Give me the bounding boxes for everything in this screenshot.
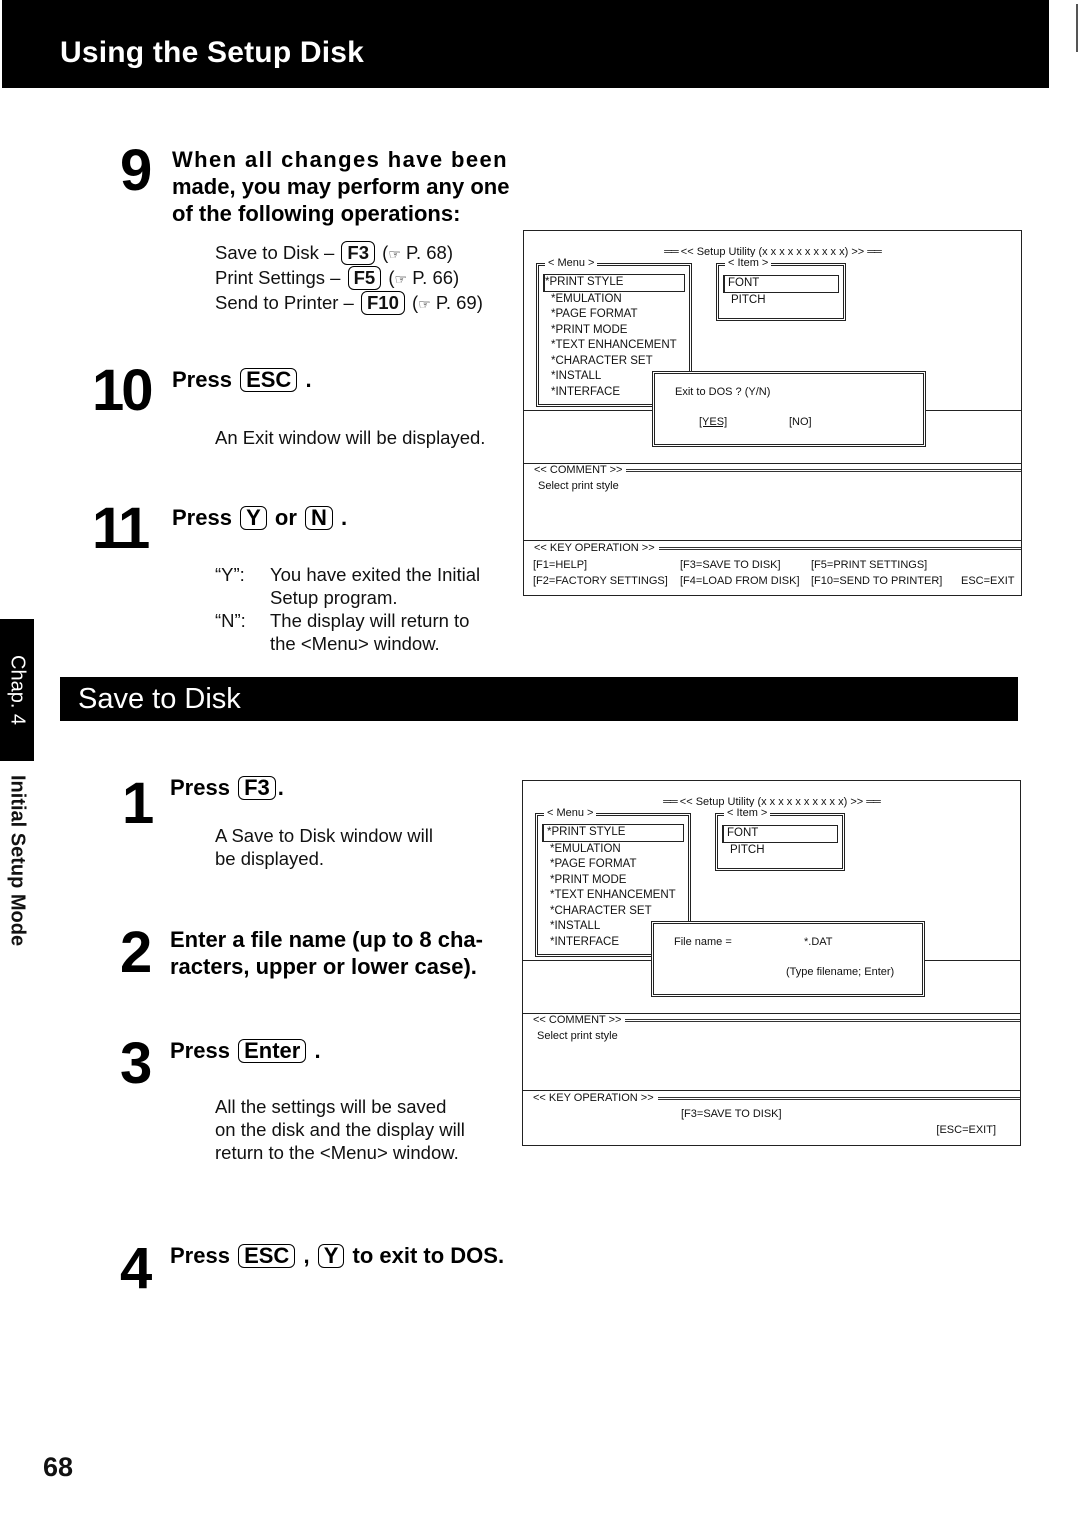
step-10-heading: Press ESC . — [172, 367, 312, 392]
menu-item[interactable]: *PRINT MODE — [543, 323, 689, 339]
item-selected[interactable]: FONT — [722, 825, 838, 843]
comment-header: << COMMENT >> — [533, 1014, 1020, 1026]
esc-key: ESC — [238, 1244, 296, 1268]
enter-key: Enter — [238, 1039, 307, 1063]
menu-item[interactable]: *TEXT ENHANCEMENT — [542, 888, 688, 904]
note-n: “N”: The display will return to the <Men… — [215, 610, 470, 654]
menu-item[interactable]: *PAGE FORMAT — [542, 857, 688, 873]
f3-key: F3 — [341, 241, 376, 265]
menu-item[interactable]: *EMULATION — [543, 292, 689, 308]
file-name-label: File name = — [674, 936, 732, 948]
step-1-description: A Save to Disk window will be displayed. — [215, 825, 433, 869]
f5-key: F5 — [347, 266, 382, 290]
pointing-hand-icon: ☞ — [388, 246, 401, 262]
key-operation-header: << KEY OPERATION >> — [534, 542, 1021, 554]
y-key: Y — [240, 506, 267, 530]
step-1-heading: Press F3. — [170, 775, 284, 800]
note-y: “Y”: You have exited the Initial Setup p… — [215, 564, 481, 608]
step-number: 10 — [92, 358, 153, 423]
y-key: Y — [317, 1244, 345, 1268]
step-11-notes: “Y”: You have exited the Initial Setup p… — [215, 563, 515, 655]
menu-item-selected[interactable]: *PRINT STYLE — [542, 824, 684, 842]
step-2-heading: Enter a file name (up to 8 cha- racters,… — [170, 927, 483, 979]
pointing-hand-icon: ☞ — [394, 271, 408, 287]
step-number: 4 — [120, 1236, 153, 1301]
operation-item: Send to Printer – F10 (☞ P. 69) — [215, 291, 483, 315]
comment-text: Select print style — [537, 1030, 618, 1042]
n-key: N — [305, 506, 333, 530]
screen-save-dialog: ══ << Setup Utility (x x x x x x x x x x… — [522, 780, 1021, 1146]
operation-item: Save to Disk – F3 (☞ P. 68) — [215, 241, 454, 265]
step-9-heading: When all changes have been made, you may… — [172, 147, 510, 226]
item[interactable]: PITCH — [722, 843, 842, 859]
step-number: 11 — [92, 496, 150, 561]
item-box: < Item > FONT PITCH — [716, 257, 846, 321]
key-operation-header: << KEY OPERATION >> — [533, 1092, 1020, 1104]
item-selected[interactable]: FONT — [723, 275, 839, 293]
step-number: 9 — [120, 138, 153, 203]
step-number: 2 — [120, 920, 153, 985]
step-4-heading: Press ESC , Y to exit to DOS. — [170, 1243, 505, 1268]
screen-title: ══ << Setup Utility (x x x x x x x x x x… — [664, 246, 882, 258]
operations-list: Save to Disk – F3 (☞ P. 68) Print Settin… — [215, 241, 525, 316]
page-title: Using the Setup Disk — [60, 36, 365, 69]
f10-key: F10 — [360, 291, 405, 315]
menu-item[interactable]: *TEXT ENHANCEMENT — [543, 338, 689, 354]
chapter-label: Chap. 4 — [6, 654, 29, 726]
chapter-mode-label: Initial Setup Mode — [6, 775, 29, 947]
screen-exit-dialog: ══ << Setup Utility (x x x x x x x x x x… — [523, 230, 1022, 596]
key-operation-list: [F1=HELP] [F3=SAVE TO DISK] [F5=PRINT SE… — [533, 557, 1015, 589]
menu-item[interactable]: *EMULATION — [542, 842, 688, 858]
key-row: [F1=HELP] [F3=SAVE TO DISK] [F5=PRINT SE… — [533, 559, 928, 571]
save-dialog: File name = *.DAT (Type filename; Enter) — [651, 921, 925, 997]
menu-item[interactable]: *CHARACTER SET — [543, 354, 689, 370]
exit-prompt: Exit to DOS ? (Y/N) — [675, 386, 771, 398]
file-name-hint: (Type filename; Enter) — [786, 966, 895, 978]
yes-button[interactable]: [YES] — [699, 416, 727, 428]
section-title: Save to Disk — [78, 683, 241, 715]
step-number: 3 — [120, 1031, 153, 1096]
key-save-to-disk: [F3=SAVE TO DISK] — [681, 1108, 782, 1120]
step-3-description: All the settings will be saved on the di… — [215, 1096, 465, 1163]
step-10-description: An Exit window will be displayed. — [215, 427, 486, 448]
comment-header: << COMMENT >> — [534, 464, 1021, 476]
operation-item: Print Settings – F5 (☞ P. 66) — [215, 266, 460, 290]
menu-item[interactable]: *PRINT MODE — [542, 873, 688, 889]
screen-title: ══ << Setup Utility (x x x x x x x x x x… — [663, 796, 881, 808]
item[interactable]: PITCH — [723, 293, 843, 309]
pointing-hand-icon: ☞ — [418, 296, 431, 312]
esc-key: ESC — [240, 368, 298, 392]
step-11-heading: Press Y or N . — [172, 505, 348, 530]
page-number: 68 — [43, 1452, 74, 1482]
menu-item[interactable]: *CHARACTER SET — [542, 904, 688, 920]
item-box: < Item > FONT PITCH — [715, 807, 845, 871]
key-row: [F2=FACTORY SETTINGS] [F4=LOAD FROM DISK… — [533, 575, 1015, 587]
f3-key: F3 — [238, 776, 276, 800]
file-name-input[interactable]: *.DAT — [804, 936, 833, 948]
key-esc-exit: [ESC=EXIT] — [936, 1124, 996, 1136]
step-3-heading: Press Enter . — [170, 1038, 321, 1063]
menu-item-selected[interactable]: *PRINT STYLE — [543, 274, 685, 292]
page-edge-tab — [1068, 4, 1078, 52]
menu-item[interactable]: *PAGE FORMAT — [543, 307, 689, 323]
no-button[interactable]: [NO] — [789, 416, 812, 428]
step-number: 1 — [122, 771, 155, 836]
comment-text: Select print style — [538, 480, 619, 492]
exit-dialog: Exit to DOS ? (Y/N) [YES] [NO] — [652, 371, 926, 447]
